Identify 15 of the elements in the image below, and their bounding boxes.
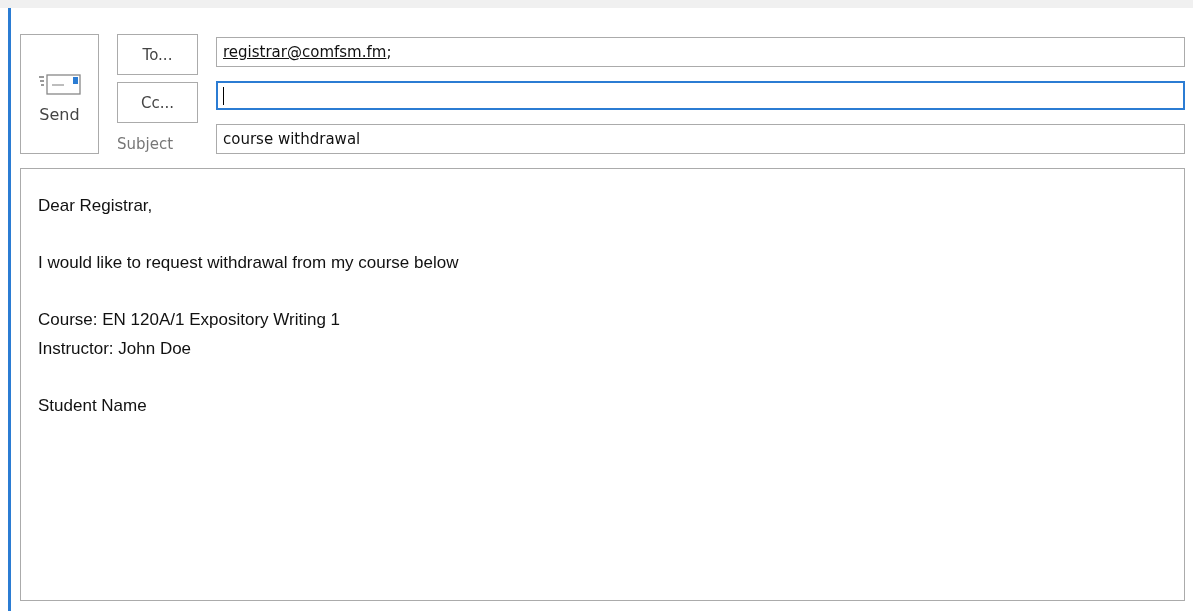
message-body[interactable]: Dear Registrar, I would like to request withdrawal from my course below Course: EN 120A/1 Expository Writing 1 Instructor: John Doe Student Name bbox=[20, 168, 1185, 601]
body-text-line: Instructor: John Doe bbox=[38, 338, 192, 360]
text-cursor bbox=[223, 86, 224, 105]
send-button[interactable]: Send bbox=[20, 34, 99, 154]
address-button[interactable]: To... bbox=[117, 34, 198, 75]
envelope-icon bbox=[37, 72, 82, 95]
body-text-line: I would like to request withdrawal from my course below bbox=[38, 252, 459, 274]
body-text-line: Student Name bbox=[38, 395, 147, 417]
address-button[interactable]: Cc... bbox=[117, 82, 198, 123]
subject-label: Subject bbox=[117, 135, 175, 153]
body-text-line: Course: EN 120A/1 Expository Writing 1 bbox=[38, 309, 341, 331]
recipient-field[interactable]: registrar@comfsm.fm; bbox=[216, 37, 1185, 67]
recipient-field[interactable] bbox=[216, 80, 1185, 111]
subject-field[interactable]: course withdrawal bbox=[216, 124, 1185, 154]
body-text-line: Dear Registrar, bbox=[38, 195, 153, 217]
